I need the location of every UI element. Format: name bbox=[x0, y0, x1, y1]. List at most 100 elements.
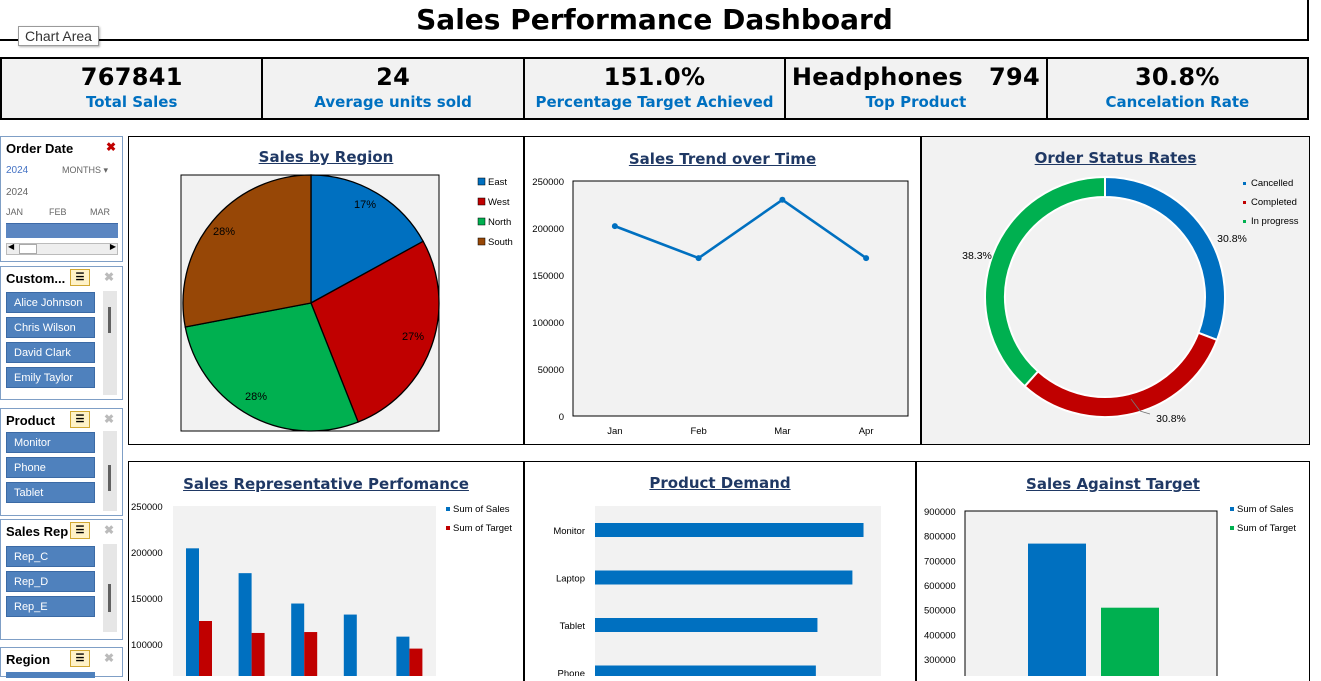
y-tick-label: 600000 bbox=[924, 581, 956, 592]
y-tick-label: Laptop bbox=[556, 574, 585, 585]
slicer-title: Region bbox=[6, 652, 51, 667]
bar-sum-of-sales bbox=[186, 548, 199, 676]
y-tick-label: 150000 bbox=[532, 271, 564, 282]
multi-select-icon[interactable]: ☰ bbox=[70, 650, 90, 667]
slicer-item[interactable]: Alice Johnson bbox=[6, 292, 95, 313]
multi-select-icon[interactable]: ☰ bbox=[70, 269, 90, 286]
y-tick-label: 100000 bbox=[532, 318, 564, 329]
dashboard-header: Sales Performance Dashboard bbox=[0, 0, 1309, 41]
bar-sum-of-sales bbox=[343, 614, 357, 676]
slicer-item[interactable]: Emily Taylor bbox=[6, 367, 95, 388]
kpi-row: 767841 Total Sales 24 Average units sold… bbox=[0, 57, 1309, 120]
multi-select-icon[interactable]: ☰ bbox=[70, 411, 90, 428]
timeline-level-select[interactable]: MONTHS ▾ bbox=[62, 165, 108, 176]
legend-label: Completed bbox=[1251, 197, 1297, 208]
bar-tablet bbox=[595, 618, 818, 632]
bar-sum-of-sales bbox=[396, 636, 410, 676]
timeline-scrollbar[interactable]: ◀ ▶ bbox=[6, 242, 118, 255]
slicer-item[interactable]: Tablet bbox=[6, 482, 95, 503]
order-date-timeline[interactable]: Order Date ✖ 2024 MONTHS ▾ 2024 JAN FEB … bbox=[0, 136, 123, 262]
scroll-thumb[interactable] bbox=[108, 465, 111, 491]
data-label: 30.8% bbox=[1156, 413, 1186, 425]
scroll-thumb[interactable] bbox=[108, 584, 111, 612]
slicer-item[interactable]: Monitor bbox=[6, 432, 95, 453]
legend-label: Sum of Target bbox=[453, 523, 512, 534]
y-tick-label: 500000 bbox=[924, 606, 956, 617]
clear-filter-icon[interactable]: ✖ bbox=[104, 412, 114, 426]
legend-label: South bbox=[488, 237, 513, 248]
sales-by-region-chart[interactable]: Sales by Region 17% 27% 28% 28% East West Nort… bbox=[128, 136, 524, 445]
scroll-thumb[interactable] bbox=[108, 307, 111, 333]
sales-against-target-chart[interactable]: Sales Against Target 300000 400000 500000 6… bbox=[916, 461, 1310, 681]
product-demand-chart[interactable]: Product Demand Monitor Laptop Tablet Phone bbox=[524, 461, 916, 681]
plot-area bbox=[964, 510, 1218, 676]
sales-rep-slicer[interactable]: Sales Rep ☰ ✖ Rep_C Rep_D Rep_E bbox=[0, 519, 123, 640]
slicer-item[interactable]: David Clark bbox=[6, 342, 95, 363]
data-label: 27% bbox=[402, 331, 424, 343]
data-point bbox=[779, 196, 786, 203]
slicer-scrollbar[interactable] bbox=[103, 544, 117, 632]
bar-sum-of-sales bbox=[1028, 543, 1086, 676]
y-tick-label: 250000 bbox=[532, 177, 564, 188]
kpi-total-sales: 767841 Total Sales bbox=[2, 59, 264, 118]
slicer-item[interactable] bbox=[6, 672, 95, 678]
order-status-chart[interactable]: Order Status Rates 30.8% 30.8% 38.3% Cancel… bbox=[921, 136, 1310, 445]
y-tick-label: 400000 bbox=[924, 630, 956, 641]
data-point bbox=[695, 255, 702, 262]
clear-filter-icon[interactable]: ✖ bbox=[104, 270, 114, 284]
slicer-item[interactable]: Rep_C bbox=[6, 546, 95, 567]
scroll-left-icon[interactable]: ◀ bbox=[8, 242, 14, 251]
product-slicer[interactable]: Product ☰ ✖ Monitor Phone Tablet bbox=[0, 408, 123, 516]
timeline-month-feb: FEB bbox=[49, 207, 67, 217]
scroll-right-icon[interactable]: ▶ bbox=[110, 242, 116, 251]
legend-label: West bbox=[488, 197, 510, 208]
bar-laptop bbox=[595, 570, 853, 585]
kpi-value: Headphones 794 bbox=[791, 63, 1040, 91]
multi-select-icon[interactable]: ☰ bbox=[70, 522, 90, 539]
bar-sum-of-sales bbox=[238, 573, 252, 676]
legend-swatch bbox=[477, 237, 486, 246]
legend-swatch bbox=[477, 177, 486, 186]
kpi-label: Percentage Target Achieved bbox=[535, 93, 774, 111]
y-tick-label: 0 bbox=[559, 412, 564, 423]
slicer-item[interactable]: Rep_D bbox=[6, 571, 95, 592]
legend-swatch bbox=[446, 526, 450, 530]
region-slicer[interactable]: Region ☰ ✖ bbox=[0, 647, 123, 678]
legend-swatch bbox=[1243, 201, 1246, 204]
customer-slicer[interactable]: Custom... ☰ ✖ Alice Johnson Chris Wilson… bbox=[0, 266, 123, 400]
x-tick-label: Jan bbox=[607, 426, 622, 437]
data-point bbox=[611, 223, 618, 230]
y-tick-label: Tablet bbox=[560, 621, 586, 632]
sales-trend-chart[interactable]: Sales Trend over Time 0 50000 100000 150000… bbox=[524, 136, 921, 445]
timeline-bar[interactable] bbox=[6, 223, 118, 238]
kpi-cancelation-rate: 30.8% Cancelation Rate bbox=[1048, 59, 1307, 118]
timeline-level-label: MONTHS bbox=[62, 165, 101, 175]
y-tick-label: Monitor bbox=[553, 526, 585, 537]
plot-area bbox=[572, 180, 909, 417]
slicer-scrollbar[interactable] bbox=[103, 431, 117, 511]
donut-slice-completed bbox=[1023, 331, 1219, 418]
rep-performance-chart[interactable]: Sales Representative Perfomance 100000 15… bbox=[128, 461, 524, 681]
slicer-item[interactable]: Phone bbox=[6, 457, 95, 478]
scroll-thumb[interactable] bbox=[19, 244, 37, 254]
kpi-label: Top Product bbox=[865, 93, 967, 111]
clear-filter-icon[interactable]: ✖ bbox=[104, 523, 114, 537]
slicer-item[interactable]: Chris Wilson bbox=[6, 317, 95, 338]
kpi-value: 767841 bbox=[80, 63, 183, 91]
timeline-month-jan: JAN bbox=[6, 207, 24, 217]
clear-filter-icon[interactable]: ✖ bbox=[104, 651, 114, 665]
y-tick-label: 200000 bbox=[532, 224, 564, 235]
clear-filter-icon[interactable]: ✖ bbox=[106, 140, 116, 154]
x-tick-label: Mar bbox=[774, 426, 790, 437]
slicer-scrollbar[interactable] bbox=[103, 291, 117, 395]
kpi-value: 24 bbox=[376, 63, 411, 91]
bar-sum-of-target bbox=[304, 632, 318, 676]
slicer-title: Sales Rep bbox=[6, 524, 69, 539]
kpi-label: Average units sold bbox=[314, 93, 472, 111]
slicer-item[interactable]: Rep_E bbox=[6, 596, 95, 617]
y-tick-label: 200000 bbox=[131, 548, 163, 559]
y-tick-label: 100000 bbox=[131, 640, 163, 651]
kpi-average-units: 24 Average units sold bbox=[263, 59, 525, 118]
kpi-target-achieved: 151.0% Percentage Target Achieved bbox=[525, 59, 787, 118]
chart-canvas: 0 50000 100000 150000 200000 250000 Jan Feb Mar A… bbox=[532, 177, 909, 437]
